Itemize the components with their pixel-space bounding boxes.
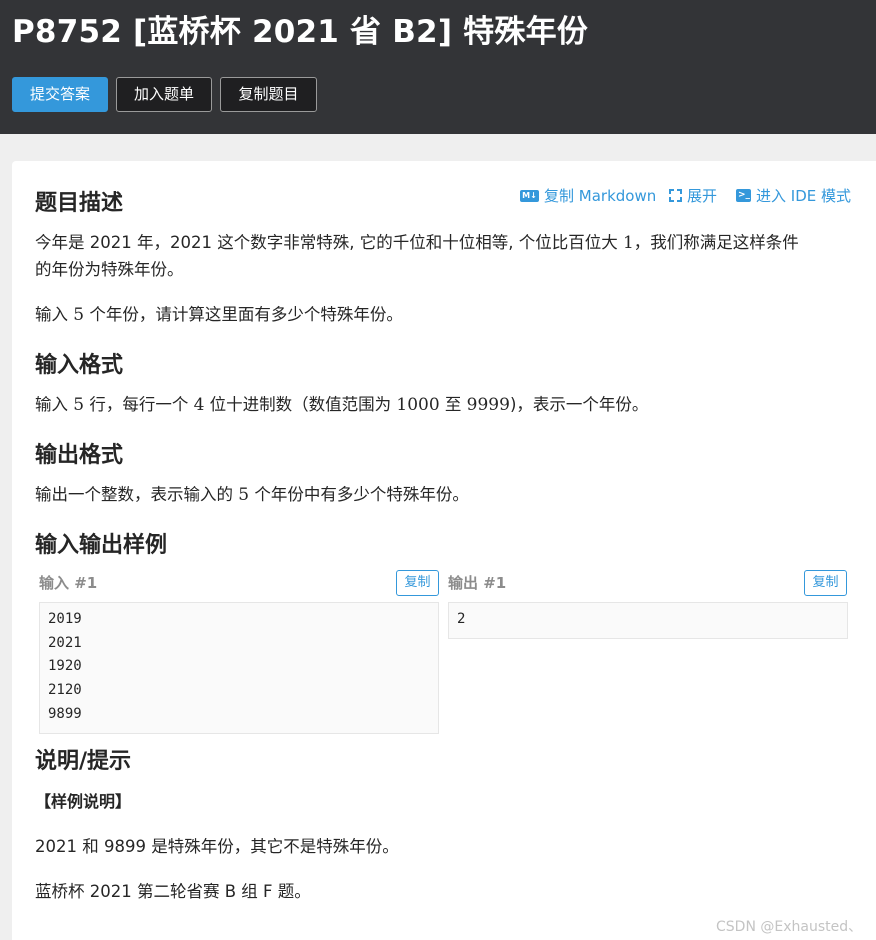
- csdn-watermark: CSDN @Exhausted、: [716, 919, 863, 935]
- output-format-text: 输出一个整数，表示输入的 5 个年份中有多少个特殊年份。: [35, 485, 469, 505]
- problem-title: P8752 [蓝桥杯 2021 省 B2] 特殊年份: [12, 14, 588, 50]
- ide-mode-label: 进入 IDE 模式: [756, 187, 851, 205]
- sample-input-line: 2021: [48, 634, 82, 651]
- expand-icon: [669, 189, 682, 202]
- problem-content-card: 题目描述 M↓ 复制 Markdown 展开 >_ 进入 IDE 模式 今年是 …: [12, 161, 876, 940]
- sample-output-box: 2: [448, 602, 848, 639]
- output-format-heading: 输出格式: [35, 443, 124, 468]
- description-heading: 题目描述: [35, 191, 124, 216]
- expand-label: 展开: [687, 187, 718, 205]
- sample-input-line: 2019: [48, 611, 82, 627]
- copy-markdown-link[interactable]: M↓ 复制 Markdown: [520, 185, 656, 206]
- sample-input-box: 2019 2021 1920 2120 9899: [39, 602, 439, 734]
- description-line-2: 的年份为特殊年份。: [35, 260, 184, 279]
- submit-answer-button[interactable]: 提交答案: [12, 77, 108, 112]
- sample-input-line: 1920: [48, 658, 82, 675]
- sample-output-line: 2: [457, 611, 466, 627]
- copy-output-button[interactable]: 复制: [804, 570, 847, 596]
- sample-input-label: 输入 #1: [39, 574, 98, 592]
- hint-line-1: 2021 和 9899 是特殊年份，其它不是特殊年份。: [35, 837, 399, 856]
- problem-header: P8752 [蓝桥杯 2021 省 B2] 特殊年份 提交答案 加入题单 复制题…: [0, 0, 876, 134]
- markdown-icon: M↓: [520, 189, 539, 202]
- hint-line-2: 蓝桥杯 2021 第二轮省赛 B 组 F 题。: [35, 882, 311, 901]
- input-format-heading: 输入格式: [35, 353, 124, 378]
- sample-input-line: 9899: [48, 705, 82, 722]
- copy-markdown-label: 复制 Markdown: [544, 187, 657, 205]
- expand-link[interactable]: 展开: [669, 185, 717, 206]
- sample-input-line: 2120: [48, 682, 82, 699]
- hint-heading: 说明/提示: [35, 749, 132, 774]
- copy-input-button[interactable]: 复制: [396, 570, 439, 596]
- terminal-icon: >_: [736, 189, 751, 202]
- sample-output-label: 输出 #1: [448, 574, 507, 592]
- hint-subheading: 【样例说明】: [35, 792, 132, 811]
- samples-heading: 输入输出样例: [35, 533, 168, 558]
- ide-mode-link[interactable]: >_ 进入 IDE 模式: [736, 185, 851, 206]
- add-to-list-button[interactable]: 加入题单: [116, 77, 212, 112]
- description-line-1: 今年是 2021 年，2021 这个数字非常特殊, 它的千位和十位相等, 个位比…: [35, 233, 799, 253]
- input-format-text: 输入 5 行，每行一个 4 位十进制数（数值范围为 1000 至 9999)，表…: [35, 395, 649, 415]
- description-paragraph-2: 输入 5 个年份，请计算这里面有多少个特殊年份。: [35, 305, 403, 325]
- copy-problem-button[interactable]: 复制题目: [220, 77, 317, 112]
